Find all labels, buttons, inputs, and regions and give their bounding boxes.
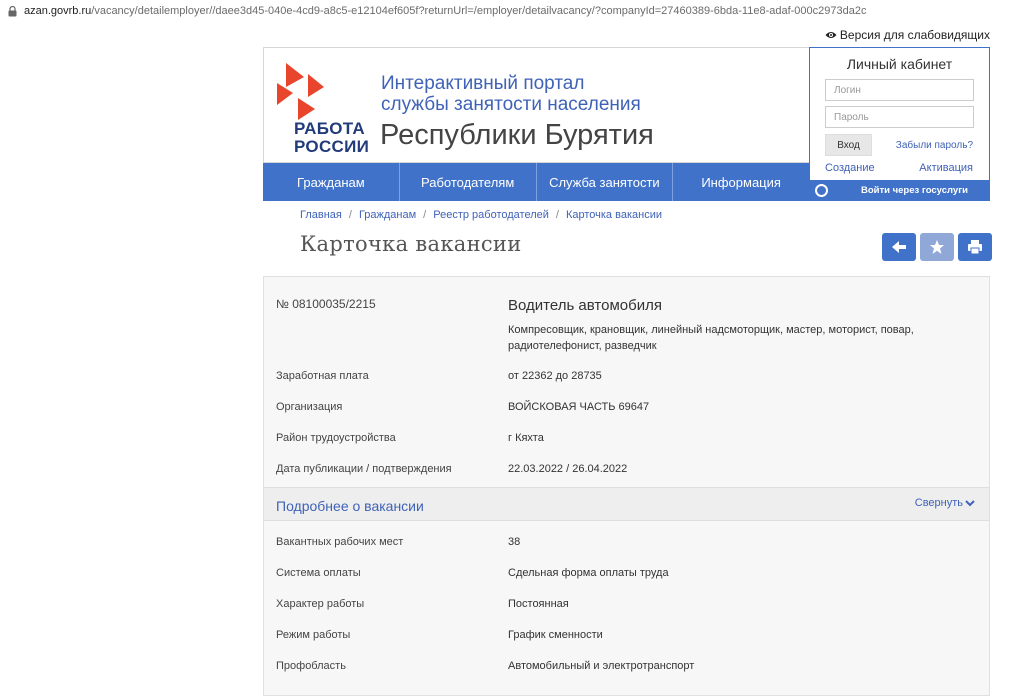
logo-line-2: РОССИИ [294,137,370,156]
more-details-header: Подробнее о вакансии Свернуть [264,487,989,521]
gosuslugi-label: Войти через госуслуги [861,185,968,196]
breadcrumb-employer-registry[interactable]: Реестр работодателей [433,209,549,221]
login-input[interactable] [825,79,974,101]
printer-icon [968,240,982,255]
lock-icon [8,5,17,16]
main-nav: Гражданам Работодателям Служба занятости… [263,163,809,201]
back-button[interactable] [882,233,916,261]
arrow-left-icon [892,241,906,253]
create-account-link[interactable]: Создание [825,162,875,174]
region-title: Республики Бурятия [380,119,654,151]
forgot-password-link[interactable]: Забыли пароль? [896,140,973,151]
login-panel-title: Личный кабинет [846,56,953,72]
vacancy-card: № 08100035/2215 Водитель автомобиля Комп… [263,276,990,696]
activate-account-link[interactable]: Активация [919,162,973,174]
logo-text: РАБОТА РОССИИ [294,120,369,156]
gosuslugi-icon [815,184,828,197]
page-title: Карточка вакансии [300,232,522,256]
detail-label-prof-area: Профобласть [276,660,346,672]
nav-employers[interactable]: Работодателям [400,163,537,201]
logo-line-1: РАБОТА [294,119,365,138]
breadcrumb-home[interactable]: Главная [300,209,342,221]
portal-title-line-2: службы занятости населения [381,94,641,115]
vacancy-title: Водитель автомобиля [508,297,662,314]
login-panel: Личный кабинет Вход Забыли пароль? Созда… [809,47,990,201]
breadcrumb-citizens[interactable]: Гражданам [359,209,416,221]
breadcrumb-separator: / [348,209,352,221]
password-input[interactable] [825,106,974,128]
detail-value-schedule: График сменности [508,629,603,641]
accessibility-label: Версия для слабовидящих [839,28,990,42]
field-label-organization: Организация [276,401,343,413]
portal-title-line-1: Интерактивный портал [381,73,585,94]
print-button[interactable] [958,233,992,261]
gosuslugi-login-button[interactable]: Войти через госуслуги [809,180,990,201]
vacancy-description: Компресовщик, крановщик, линейный надсмо… [508,324,914,352]
detail-value-prof-area: Автомобильный и электротранспорт [508,660,695,672]
field-value-publication-date: 22.03.2022 / 26.04.2022 [508,463,628,475]
action-buttons [882,233,992,261]
field-value-salary: от 22362 до 28735 [508,370,602,382]
nav-employment-service[interactable]: Служба занятости [537,163,674,201]
chevron-down-icon [965,500,975,507]
detail-value-vacancies: 38 [508,536,521,548]
field-value-organization: ВОЙСКОВАЯ ЧАСТЬ 69647 [508,401,650,413]
accessibility-link[interactable]: Версия для слабовидящих [825,28,990,42]
url-path: /vacancy/detailemployer//daee3d45-040e-4… [91,5,867,17]
field-label-publication-date: Дата публикации / подтверждения [276,463,452,475]
site-header: РАБОТА РОССИИ Интерактивный портал служб… [263,47,809,163]
eye-icon [825,32,837,38]
detail-label-vacancies: Вакантных рабочих мест [276,536,404,548]
breadcrumb-vacancy-card[interactable]: Карточка вакансии [566,209,662,221]
star-icon [930,240,944,254]
breadcrumb: Главная / Гражданам / Реестр работодател… [300,209,662,221]
detail-label-payment-system: Система оплаты [276,567,361,579]
favorite-button[interactable] [920,233,954,261]
login-button[interactable]: Вход [825,134,872,156]
breadcrumb-separator: / [555,209,559,221]
nav-citizens[interactable]: Гражданам [263,163,400,201]
collapse-label: Свернуть [914,497,963,509]
breadcrumb-separator: / [423,209,427,221]
detail-value-payment-system: Сдельная форма оплаты труда [508,567,669,579]
detail-label-schedule: Режим работы [276,629,351,641]
address-bar[interactable]: azan.govrb.ru /vacancy/detailemployer//d… [0,0,1024,22]
field-label-district: Район трудоустройства [276,432,396,444]
nav-information[interactable]: Информация [673,163,809,201]
detail-label-work-type: Характер работы [276,598,365,610]
more-details-title: Подробнее о вакансии [276,498,424,514]
url-host: azan.govrb.ru [24,5,92,17]
collapse-button[interactable]: Свернуть [915,497,975,509]
vacancy-number: № 08100035/2215 [276,297,376,311]
detail-value-work-type: Постоянная [508,598,569,610]
field-value-district: г Кяхта [508,432,544,444]
field-label-salary: Заработная плата [276,370,369,382]
